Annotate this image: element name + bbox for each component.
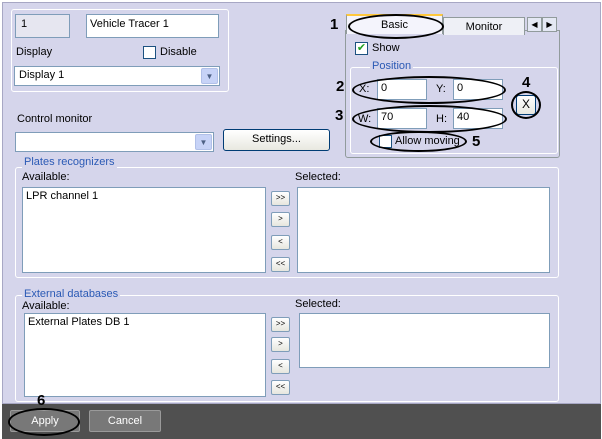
tab-monitor[interactable]: Monitor xyxy=(443,17,525,35)
show-checkbox[interactable]: ✔ xyxy=(355,42,368,55)
callout-4: 4 xyxy=(522,74,531,91)
remove-all-button[interactable]: << xyxy=(271,257,290,272)
footer-bar: Apply Cancel xyxy=(2,404,601,439)
chevron-down-icon[interactable]: ▼ xyxy=(195,134,212,150)
remove-button[interactable]: < xyxy=(271,359,290,374)
settings-button[interactable]: Settings... xyxy=(223,129,330,151)
list-item[interactable]: External Plates DB 1 xyxy=(28,316,262,328)
callout-2: 2 xyxy=(336,78,345,95)
callout-5-ellipse xyxy=(370,131,467,152)
cancel-button[interactable]: Cancel xyxy=(89,410,161,432)
add-all-button[interactable]: >> xyxy=(271,191,290,206)
id-field[interactable]: 1 xyxy=(15,14,70,38)
tab-scroll-left-button[interactable]: ◀ xyxy=(527,17,542,32)
add-button[interactable]: > xyxy=(271,337,290,352)
remove-button[interactable]: < xyxy=(271,235,290,250)
callout-2-ellipse xyxy=(352,76,506,104)
plates-selected-list[interactable] xyxy=(297,187,550,273)
external-selected-label: Selected: xyxy=(295,298,341,310)
chevron-left-icon: ◀ xyxy=(531,20,538,29)
external-available-label: Available: xyxy=(22,300,70,312)
callout-6: 6 xyxy=(37,392,46,409)
external-title: External databases xyxy=(22,288,121,300)
add-button[interactable]: > xyxy=(271,212,290,227)
show-label: Show xyxy=(372,42,400,54)
display-select[interactable]: Display 1 ▼ xyxy=(14,66,220,86)
chevron-right-icon: ▶ xyxy=(546,20,553,29)
disable-label: Disable xyxy=(160,46,197,58)
plates-title: Plates recognizers xyxy=(22,156,117,168)
tab-monitor-label: Monitor xyxy=(465,21,503,33)
plates-available-list[interactable]: LPR channel 1 xyxy=(22,187,266,273)
remove-all-button[interactable]: << xyxy=(271,380,290,395)
plates-available-label: Available: xyxy=(22,171,70,183)
display-label: Display xyxy=(16,46,53,58)
control-monitor-select[interactable]: ▼ xyxy=(15,132,214,152)
callout-3-ellipse xyxy=(352,105,507,133)
chevron-down-icon[interactable]: ▼ xyxy=(201,68,218,84)
list-item[interactable]: LPR channel 1 xyxy=(26,190,262,202)
control-monitor-label: Control monitor xyxy=(17,113,93,125)
display-select-value: Display 1 xyxy=(19,69,65,81)
callout-1-ellipse xyxy=(348,14,444,39)
callout-5: 5 xyxy=(472,133,481,150)
name-field[interactable]: Vehicle Tracer 1 xyxy=(86,14,219,38)
callout-1: 1 xyxy=(330,16,339,33)
plates-selected-label: Selected: xyxy=(295,171,341,183)
callout-3: 3 xyxy=(335,107,344,124)
settings-panel: 1 Vehicle Tracer 1 Display Disable Displ… xyxy=(2,2,601,404)
add-all-button[interactable]: >> xyxy=(271,317,290,332)
position-title: Position xyxy=(370,60,414,72)
tab-scroll-right-button[interactable]: ▶ xyxy=(542,17,557,32)
external-available-list[interactable]: External Plates DB 1 xyxy=(24,313,266,397)
external-selected-list[interactable] xyxy=(299,313,550,368)
callout-4-ellipse xyxy=(511,91,541,119)
disable-checkbox[interactable] xyxy=(143,46,156,59)
callout-6-ellipse xyxy=(8,408,80,436)
check-icon: ✔ xyxy=(356,42,367,54)
